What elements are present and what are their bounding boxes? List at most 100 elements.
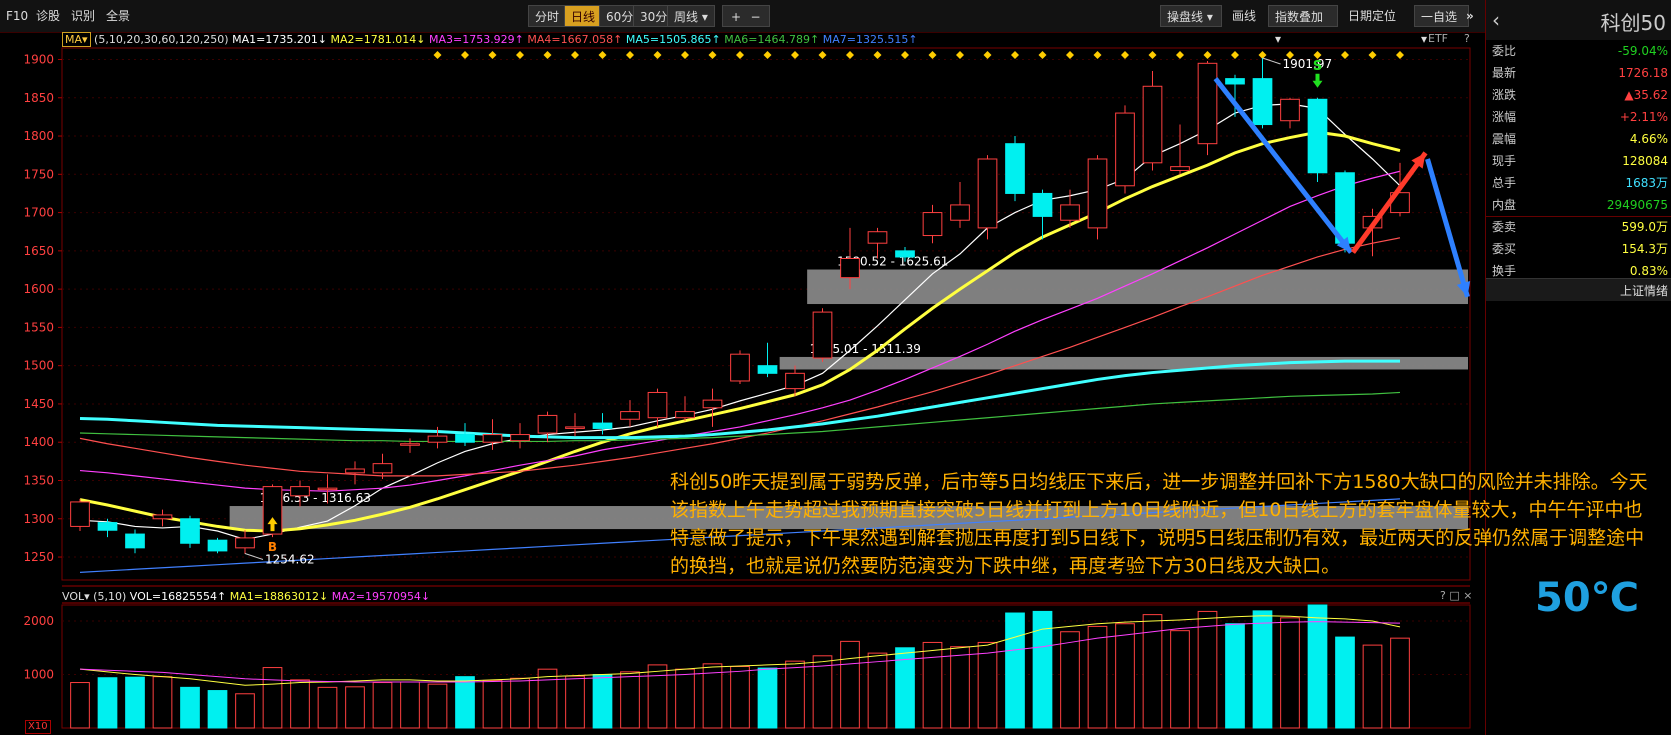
index-overlay-label: 指数叠加: [1275, 10, 1324, 24]
panorama-button[interactable]: 全景: [106, 7, 130, 25]
market-sentiment-tab[interactable]: 上证情绪: [1620, 282, 1668, 299]
candle-body: [1362, 215, 1383, 229]
help-icon[interactable]: ?: [1464, 32, 1470, 45]
event-marker: [708, 51, 717, 59]
candle-body: [427, 435, 448, 443]
volume-bar: [1225, 623, 1245, 729]
candle-body: [1390, 192, 1410, 214]
quote-row: 委卖 599.0万: [1486, 216, 1671, 238]
candle-body: [867, 231, 888, 244]
volume-bar: [70, 682, 90, 729]
candle-body: [180, 518, 200, 544]
ma-legend-item-4: MA5=1505.865↑: [622, 33, 721, 46]
ma-legend-item-1: MA2=1781.014↓: [327, 33, 426, 46]
vol-ma-line: [79, 615, 1401, 686]
event-marker: [1176, 51, 1184, 59]
volume-bar: [1335, 636, 1355, 729]
quote-header: ‹ 科创50: [1486, 0, 1671, 40]
top-toolbar: F10 诊股 识别 全景 分时 日线 60分 30分 周线 ▾ + − 操盘线 …: [0, 0, 1671, 46]
volume-bar: [345, 686, 365, 729]
f10-button[interactable]: F10: [6, 7, 28, 25]
ma-indicator-selector[interactable]: MA▾: [62, 32, 91, 47]
event-marker: [1011, 51, 1019, 59]
diagnose-button[interactable]: 诊股: [36, 7, 60, 25]
event-marker: [488, 51, 497, 59]
period-tab-daily[interactable]: 日线: [564, 5, 603, 27]
period-tab-timeshare[interactable]: 分时: [528, 5, 567, 27]
volume-bar: [565, 675, 585, 729]
candle-body: [620, 411, 640, 420]
volume-bar: [97, 677, 118, 729]
quote-value: 599.0万: [1621, 220, 1668, 234]
projection-arrow: [1425, 158, 1470, 298]
volume-bar: [1362, 644, 1383, 729]
period-weekly-label: 周线: [674, 10, 699, 24]
event-marker: [1396, 51, 1404, 59]
volume-bar: [1032, 610, 1053, 729]
candle-body: [152, 514, 173, 520]
ma-legend-item-0: MA1=1735.201↓: [232, 33, 328, 46]
date-locate-button[interactable]: 日期定位: [1348, 7, 1396, 25]
volume-bar: [730, 666, 750, 729]
gap-label: 1580.52 - 1625.61: [837, 255, 948, 269]
ma-legend-item-2: MA3=1753.929↑: [425, 33, 524, 46]
vol-window-icons[interactable]: ? □ ×: [1440, 589, 1472, 602]
price-tick-label: 1550: [23, 320, 54, 334]
event-marker: [791, 51, 799, 59]
period-tab-weekly[interactable]: 周线 ▾: [667, 5, 715, 27]
ma-line-ma4: [79, 237, 1401, 477]
quote-value: 1683万: [1625, 176, 1668, 190]
vol-indicator-label: VOL: [62, 590, 85, 603]
volume-bar: [785, 660, 805, 729]
point-label-leader: [244, 553, 264, 560]
quote-row: 委比 -59.04%: [1486, 40, 1671, 62]
vol-legend-item-0: VOL=16825554↑: [129, 590, 227, 603]
etf-label: ETF: [1428, 32, 1448, 45]
zoom-out-button[interactable]: −: [742, 5, 770, 27]
volume-bar: [125, 676, 145, 729]
draw-line-button[interactable]: 画线: [1232, 7, 1256, 25]
candle-body: [537, 414, 558, 434]
volume-bar: [317, 686, 338, 729]
vol-indicator-selector[interactable]: VOL▾: [62, 590, 90, 603]
volume-bar: [207, 690, 228, 729]
ma-legend: MA▾ (5,10,20,30,60,120,250) MA1=1735.201…: [62, 32, 918, 48]
rebound-arrow-head: [1411, 152, 1426, 169]
candle-body: [730, 353, 750, 382]
event-marker: [433, 51, 442, 59]
collapse-icon[interactable]: »: [1466, 7, 1474, 25]
analysis-note: 科创50昨天提到属于弱势反弹，后市等5日均线压下来后，进一步调整并回补下方158…: [670, 471, 1648, 577]
sell-arrow-icon: [1312, 73, 1323, 88]
event-marker: [543, 51, 552, 59]
quote-key: 内盘: [1492, 198, 1517, 212]
point-label-leader: [1262, 57, 1281, 65]
vol-scale-label: X10: [25, 720, 51, 734]
volume-bar: [1087, 625, 1108, 729]
chevron-down-icon: ▾: [1275, 32, 1282, 46]
index-overlay-button[interactable]: 指数叠加 ▾: [1268, 5, 1338, 46]
chevron-down-icon: ▾: [1206, 10, 1213, 24]
volume-legend: VOL▾ (5,10) VOL=16825554↑ MA1=18863012↓ …: [62, 589, 430, 605]
volume-bar: [592, 674, 613, 729]
volume-bar: [675, 668, 695, 729]
watchlist-button[interactable]: 一自选 ▾: [1414, 5, 1469, 46]
market-tab-bar: 上证情绪: [1486, 278, 1671, 301]
quote-key: 委卖: [1492, 220, 1517, 234]
candle-body: [1197, 62, 1218, 145]
trading-line-button[interactable]: 操盘线 ▾: [1160, 5, 1222, 27]
identify-button[interactable]: 识别: [71, 7, 95, 25]
gap-zone: [779, 356, 1468, 370]
vol-params: (5,10): [93, 590, 127, 603]
chevron-left-icon[interactable]: ‹: [1492, 8, 1500, 32]
gap-label: 1286.53 - 1316.63: [260, 491, 371, 505]
volume-bar: [152, 676, 173, 729]
ma-indicator-label: MA: [65, 33, 83, 46]
volume-bar: [482, 679, 503, 729]
volume-bar: [867, 652, 888, 729]
ma-line-ma6: [79, 391, 1401, 443]
quote-row: 震幅 4.66%: [1486, 128, 1671, 150]
event-marker: [928, 51, 937, 59]
ma-params: (5,10,20,30,60,120,250): [94, 33, 229, 46]
quote-value: 1726.18: [1618, 66, 1668, 80]
candle-body: [592, 422, 613, 429]
